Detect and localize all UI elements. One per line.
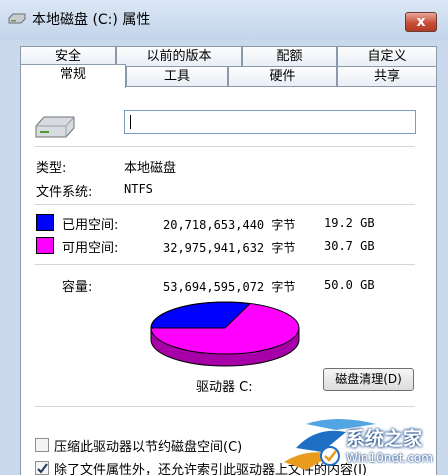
compress-checkbox[interactable] (35, 438, 49, 452)
index-checkbox[interactable] (35, 461, 49, 475)
tab-customize[interactable]: 自定义 (337, 46, 437, 68)
drive-icon (8, 13, 26, 24)
volume-label-input[interactable] (124, 110, 416, 134)
drive-letter-label: 驱动器 C: (196, 380, 253, 395)
watermark-url: Win10net.com (346, 451, 433, 465)
text-caret (130, 115, 131, 129)
watermark-brand: 系统之家 (346, 428, 423, 450)
tab-quota[interactable]: 配额 (242, 46, 337, 68)
checkmark-icon (37, 463, 48, 474)
divider (35, 204, 415, 205)
close-button[interactable]: x (405, 12, 437, 32)
capacity-label: 容量: (62, 280, 93, 295)
free-space-bytes: 32,975,941,632 字节 (163, 241, 296, 255)
filesystem-label: 文件系统: (36, 185, 93, 200)
used-space-bytes: 20,718,653,440 字节 (163, 218, 296, 232)
tab-sharing[interactable]: 共享 (337, 66, 437, 88)
divider (35, 146, 415, 147)
tab-hardware[interactable]: 硬件 (228, 66, 337, 88)
window-title: 本地磁盘 (C:) 属性 (32, 12, 151, 28)
capacity-bytes: 53,694,595,072 字节 (163, 280, 296, 294)
type-value: 本地磁盘 (124, 161, 177, 176)
capacity-size: 50.0 GB (324, 278, 375, 292)
free-space-swatch (36, 237, 54, 254)
title-bar: 本地磁盘 (C:) 属性 x (0, 0, 448, 40)
compress-checkbox-label: 压缩此驱动器以节约磁盘空间(C) (54, 440, 243, 455)
free-space-size: 30.7 GB (324, 239, 375, 253)
divider (35, 264, 415, 265)
tab-tools[interactable]: 工具 (126, 66, 228, 88)
filesystem-value: NTFS (124, 182, 153, 196)
used-space-size: 19.2 GB (324, 216, 375, 230)
tab-general[interactable]: 常规 (20, 64, 126, 88)
used-space-swatch (36, 214, 54, 231)
disk-cleanup-button[interactable]: 磁盘清理(D) (323, 368, 414, 391)
free-space-label: 可用空间: (62, 241, 119, 256)
tab-previous-versions[interactable]: 以前的版本 (116, 46, 242, 68)
divider (35, 406, 415, 407)
used-space-label: 已用空间: (62, 218, 119, 233)
type-label: 类型: (36, 161, 67, 176)
hard-drive-icon (35, 116, 75, 138)
disk-usage-pie (150, 301, 300, 367)
